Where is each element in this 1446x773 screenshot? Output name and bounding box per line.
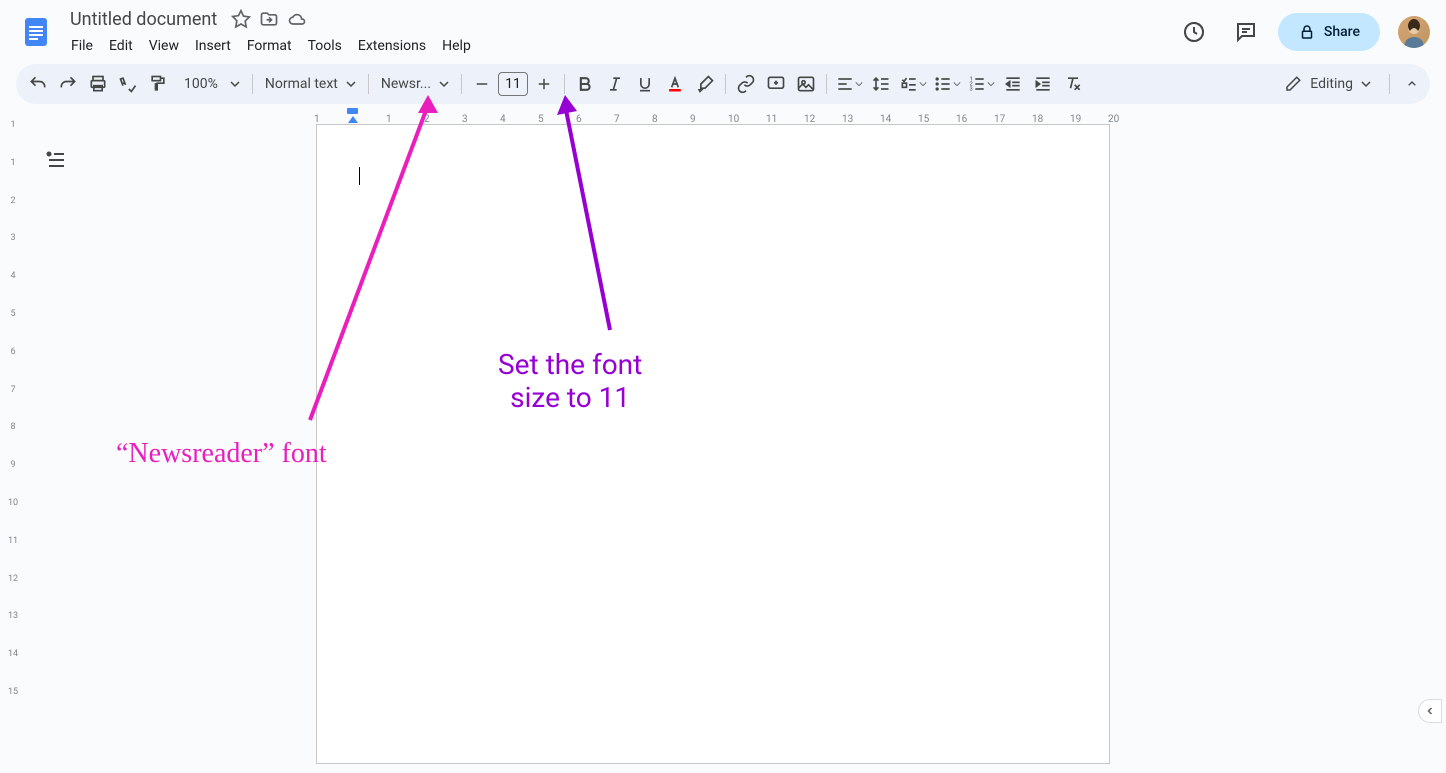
chevron-down-icon — [439, 79, 449, 89]
menu-file[interactable]: File — [64, 34, 100, 58]
zoom-dropdown[interactable]: 100% — [174, 70, 246, 98]
underline-button[interactable] — [631, 70, 659, 98]
docs-logo[interactable] — [16, 12, 56, 52]
collapse-toolbar-button[interactable] — [1402, 74, 1422, 94]
menu-edit[interactable]: Edit — [102, 34, 140, 58]
document-page[interactable] — [316, 124, 1110, 764]
font-dropdown[interactable]: Newsr... — [375, 70, 455, 98]
lock-icon — [1298, 23, 1316, 41]
share-button[interactable]: Share — [1278, 13, 1380, 51]
image-button[interactable] — [792, 70, 820, 98]
cloud-icon[interactable] — [287, 9, 307, 29]
outline-toggle-button[interactable] — [42, 146, 70, 174]
editing-label: Editing — [1310, 76, 1353, 92]
align-button[interactable] — [833, 70, 865, 98]
text-color-button[interactable] — [661, 70, 689, 98]
style-value: Normal text — [265, 76, 338, 92]
bullet-list-button[interactable] — [931, 70, 963, 98]
history-icon[interactable] — [1174, 12, 1214, 52]
decrease-font-size-button[interactable] — [468, 70, 496, 98]
clear-format-button[interactable] — [1059, 70, 1087, 98]
checklist-button[interactable] — [897, 70, 929, 98]
move-icon[interactable] — [259, 9, 279, 29]
chevron-down-icon — [346, 79, 356, 89]
svg-text:3: 3 — [970, 87, 973, 93]
user-avatar[interactable] — [1398, 16, 1430, 48]
separator — [368, 74, 369, 94]
italic-button[interactable] — [601, 70, 629, 98]
app-header: Untitled document File Edit View Insert … — [0, 0, 1446, 56]
separator — [725, 74, 726, 94]
separator — [461, 74, 462, 94]
decrease-indent-button[interactable] — [999, 70, 1027, 98]
menu-bar: File Edit View Insert Format Tools Exten… — [64, 34, 1174, 58]
star-icon[interactable] — [231, 9, 251, 29]
increase-font-size-button[interactable] — [530, 70, 558, 98]
toolbar: 100% Normal text Newsr... 123 Editing — [16, 64, 1430, 104]
share-label: Share — [1324, 24, 1360, 40]
text-cursor — [359, 167, 360, 185]
chevron-down-icon — [1361, 79, 1371, 89]
increase-indent-button[interactable] — [1029, 70, 1057, 98]
menu-view[interactable]: View — [142, 34, 186, 58]
comments-icon[interactable] — [1226, 12, 1266, 52]
paint-format-button[interactable] — [144, 70, 172, 98]
separator — [1389, 74, 1390, 94]
font-size-input[interactable] — [498, 72, 528, 96]
separator — [826, 74, 827, 94]
title-area: Untitled document File Edit View Insert … — [64, 7, 1174, 58]
undo-button[interactable] — [24, 70, 52, 98]
editing-mode-button[interactable]: Editing — [1272, 71, 1383, 97]
menu-insert[interactable]: Insert — [188, 34, 238, 58]
numbered-list-button[interactable]: 123 — [965, 70, 997, 98]
pencil-icon — [1284, 75, 1302, 93]
separator — [564, 74, 565, 94]
document-area[interactable] — [26, 104, 1446, 773]
workspace: 1 1 2 3 4 5 6 7 8 9 10 11 12 13 14 15 — [0, 104, 1446, 773]
font-value: Newsr... — [381, 76, 431, 92]
menu-format[interactable]: Format — [240, 34, 299, 58]
style-dropdown[interactable]: Normal text — [259, 70, 362, 98]
header-right: Share — [1174, 12, 1430, 52]
print-button[interactable] — [84, 70, 112, 98]
side-panel-toggle[interactable] — [1418, 699, 1442, 723]
highlight-button[interactable] — [691, 70, 719, 98]
spellcheck-button[interactable] — [114, 70, 142, 98]
menu-help[interactable]: Help — [435, 34, 478, 58]
redo-button[interactable] — [54, 70, 82, 98]
bold-button[interactable] — [571, 70, 599, 98]
separator — [252, 74, 253, 94]
menu-extensions[interactable]: Extensions — [351, 34, 433, 58]
chevron-down-icon — [230, 79, 240, 89]
menu-tools[interactable]: Tools — [301, 34, 349, 58]
vertical-ruler[interactable]: 1 1 2 3 4 5 6 7 8 9 10 11 12 13 14 15 — [0, 104, 26, 773]
document-title[interactable]: Untitled document — [64, 7, 223, 32]
zoom-value: 100% — [180, 76, 222, 92]
comment-button[interactable] — [762, 70, 790, 98]
link-button[interactable] — [732, 70, 760, 98]
line-spacing-button[interactable] — [867, 70, 895, 98]
